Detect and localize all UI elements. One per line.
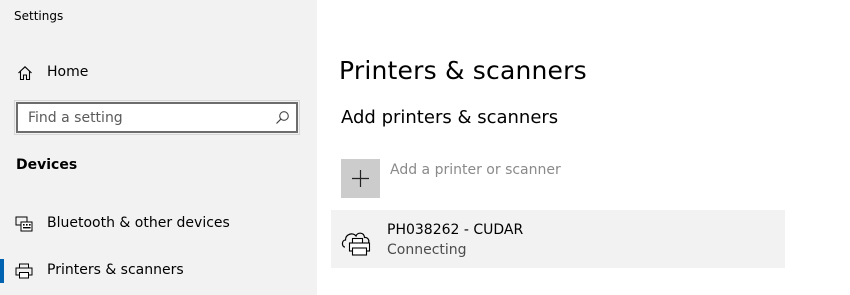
network-printer-icon — [341, 225, 375, 257]
app-title: Settings — [14, 9, 64, 23]
search-icon[interactable] — [275, 110, 290, 125]
add-printer-row[interactable]: Add a printer or scanner — [341, 159, 641, 199]
sidebar-item-bluetooth[interactable]: Bluetooth & other devices — [0, 207, 317, 241]
printer-icon — [15, 263, 33, 279]
settings-window: Settings Home Devices — [0, 0, 850, 295]
sidebar-item-printers[interactable]: Printers & scanners — [0, 254, 317, 288]
page-title: Printers & scanners — [339, 56, 587, 85]
add-printer-button[interactable] — [341, 159, 380, 198]
sidebar-item-home[interactable]: Home — [0, 57, 317, 89]
section-heading-devices: Devices — [16, 157, 78, 173]
device-name: PH038262 - CUDAR — [387, 222, 524, 238]
selection-indicator — [0, 259, 4, 283]
device-status: Connecting — [387, 242, 467, 258]
sidebar-item-label: Home — [47, 64, 89, 80]
sidebar-item-label: Bluetooth & other devices — [47, 215, 230, 231]
sidebar-item-label: Printers & scanners — [47, 262, 184, 278]
device-tile[interactable]: PH038262 - CUDAR Connecting — [331, 210, 785, 268]
sidebar: Settings Home Devices — [0, 0, 317, 295]
plus-icon — [352, 170, 369, 187]
search-input[interactable] — [18, 104, 278, 131]
add-printer-label[interactable]: Add a printer or scanner — [390, 162, 561, 178]
search-box[interactable] — [14, 100, 300, 135]
home-icon — [17, 65, 33, 81]
bluetooth-devices-icon — [15, 216, 33, 232]
section-heading-add: Add printers & scanners — [341, 107, 559, 128]
